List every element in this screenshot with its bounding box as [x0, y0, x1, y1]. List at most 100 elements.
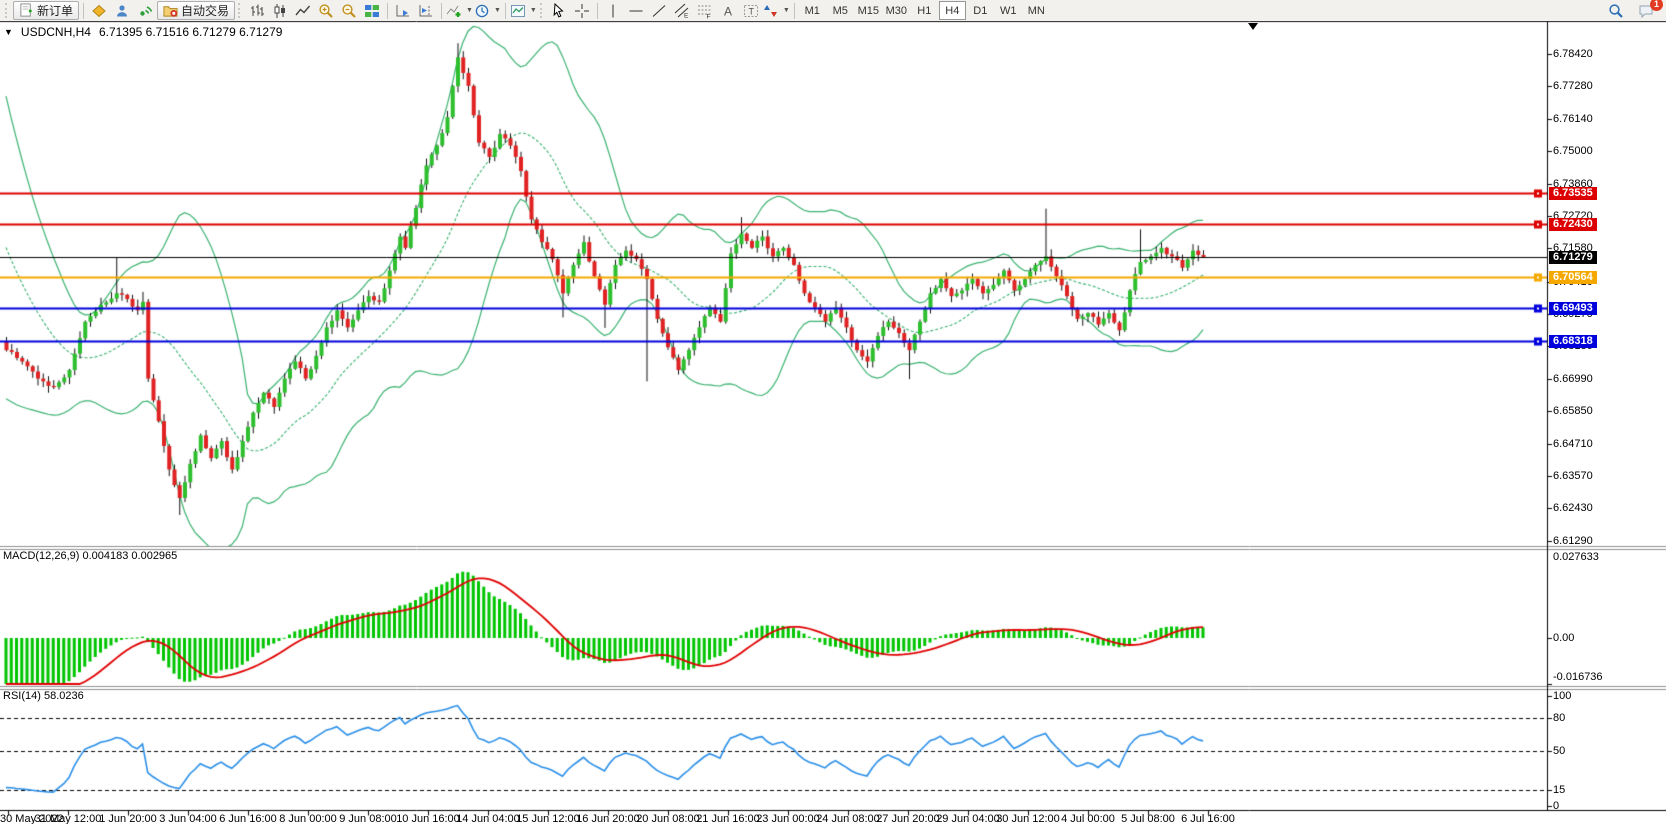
tile-windows-button[interactable]: [361, 1, 383, 20]
price-axis-tick-label: 6.62430: [1553, 502, 1593, 514]
crosshair-button[interactable]: [571, 1, 593, 20]
timeframe-d1-button[interactable]: D1: [967, 1, 994, 20]
metaeditor-button[interactable]: [88, 1, 110, 20]
trendline-icon: [651, 3, 667, 19]
time-axis-tick-label[interactable]: 6 Jul 16:00: [1166, 813, 1250, 824]
text-button[interactable]: A: [717, 1, 739, 20]
trendline-button[interactable]: [648, 1, 670, 20]
auto-scroll-button[interactable]: [392, 1, 414, 20]
zoom-out-icon: [341, 3, 357, 19]
price-line-label[interactable]: 6.70564: [1549, 271, 1597, 284]
timeframe-h4-button[interactable]: H4: [939, 1, 966, 20]
chart-shift-button[interactable]: [415, 1, 437, 20]
toolbar-separator: [597, 3, 598, 19]
autotrade-button[interactable]: 自动交易: [157, 1, 235, 20]
chart-canvas[interactable]: [0, 0, 1666, 824]
community-button[interactable]: [111, 1, 133, 20]
toolbar-grip[interactable]: [238, 3, 243, 18]
vertical-line-button[interactable]: [602, 1, 624, 20]
timeframe-mn-button[interactable]: MN: [1023, 1, 1050, 20]
toolbar-separator: [387, 3, 388, 19]
indicators-button[interactable]: ▼: [446, 1, 473, 20]
templates-button[interactable]: ▼: [510, 1, 537, 20]
timeframe-m15-button[interactable]: M15: [855, 1, 882, 20]
macd-axis-tick-label: 0.027633: [1553, 551, 1599, 563]
rsi-axis-tick-label: 15: [1553, 784, 1565, 796]
periods-clock-icon: [474, 3, 490, 19]
toolbar-grip[interactable]: [5, 3, 10, 18]
timeframe-m1-button[interactable]: M1: [799, 1, 826, 20]
price-axis-tick-label: 6.77280: [1553, 80, 1593, 92]
zoom-in-button[interactable]: [315, 1, 337, 20]
bar-chart-button[interactable]: [246, 1, 268, 20]
arrows-icon: [763, 3, 779, 19]
dropdown-arrow-icon: ▼: [783, 7, 790, 14]
price-axis-tick-label: 6.63570: [1553, 470, 1593, 482]
tile-windows-icon: [364, 3, 380, 19]
price-axis-tick-label: 6.64710: [1553, 438, 1593, 450]
templates-icon: [510, 3, 526, 19]
timeframe-h1-button[interactable]: H1: [911, 1, 938, 20]
svg-text:T: T: [748, 6, 754, 16]
candlestick-chart-icon: [272, 3, 288, 19]
toolbar: 新订单 自动交易: [0, 0, 1666, 21]
price-line-label[interactable]: 6.72430: [1549, 218, 1597, 231]
toolbar-grip[interactable]: [540, 3, 545, 18]
rsi-axis-tick-label: 80: [1553, 712, 1565, 724]
chart-shift-icon: [418, 3, 434, 19]
price-axis-tick-label: 6.75000: [1553, 145, 1593, 157]
chart-ohlc-values: 6.71395 6.71516 6.71279 6.71279: [99, 25, 283, 39]
price-axis-tick-label: 6.76140: [1553, 113, 1593, 125]
metaeditor-icon: [91, 3, 107, 19]
price-line-label[interactable]: 6.73535: [1549, 187, 1597, 200]
price-axis-tick-label: 6.66990: [1553, 373, 1593, 385]
equidistant-channel-icon: E: [674, 3, 690, 19]
text-label-icon: T: [743, 3, 759, 19]
price-axis-tick-label: 6.65850: [1553, 405, 1593, 417]
toolbar-separator: [505, 3, 506, 19]
macd-axis-tick-label: -0.016736: [1553, 671, 1603, 683]
toolbar-separator: [794, 3, 795, 19]
dropdown-arrow-icon: ▼: [494, 7, 501, 14]
mt4-window: 新订单 自动交易: [0, 0, 1666, 824]
timeframe-m5-button[interactable]: M5: [827, 1, 854, 20]
equidistant-channel-button[interactable]: E: [671, 1, 693, 20]
signals-button[interactable]: [134, 1, 156, 20]
signals-icon: [137, 3, 153, 19]
timeframe-m30-button[interactable]: M30: [883, 1, 910, 20]
periods-button[interactable]: ▼: [474, 1, 501, 20]
new-order-button[interactable]: 新订单: [13, 1, 79, 20]
text-icon: A: [720, 3, 736, 19]
chart-symbol-period: USDCNH,H4: [21, 25, 91, 39]
price-axis-tick-label: 6.78420: [1553, 48, 1593, 60]
notifications-button[interactable]: 1: [1635, 1, 1657, 20]
community-icon: [114, 3, 130, 19]
zoom-out-button[interactable]: [338, 1, 360, 20]
svg-text:E: E: [684, 12, 689, 19]
macd-indicator-label: MACD(12,26,9) 0.004183 0.002965: [3, 550, 177, 562]
price-line-label[interactable]: 6.68318: [1549, 335, 1597, 348]
new-order-icon: [19, 3, 34, 18]
arrows-button[interactable]: ▼: [763, 1, 790, 20]
horizontal-line-button[interactable]: [625, 1, 647, 20]
text-label-button[interactable]: T: [740, 1, 762, 20]
fibonacci-button[interactable]: F: [694, 1, 716, 20]
price-line-label[interactable]: 6.69493: [1549, 302, 1597, 315]
fibonacci-icon: F: [697, 3, 713, 19]
indicators-icon: [446, 3, 462, 19]
cursor-button[interactable]: [548, 1, 570, 20]
rsi-axis-tick-label: 50: [1553, 745, 1565, 757]
vertical-line-icon: [605, 3, 621, 19]
dropdown-arrow-icon: ▼: [466, 7, 473, 14]
horizontal-line-icon: [628, 3, 644, 19]
price-axis-tick-label: 6.61290: [1553, 535, 1593, 547]
current-price-label[interactable]: 6.71279: [1549, 251, 1597, 264]
notifications-badge: 1: [1650, 0, 1663, 11]
search-button[interactable]: [1605, 1, 1627, 20]
timeframe-w1-button[interactable]: W1: [995, 1, 1022, 20]
chart-collapse-icon[interactable]: ▼: [4, 27, 13, 37]
candlestick-chart-button[interactable]: [269, 1, 291, 20]
line-chart-button[interactable]: [292, 1, 314, 20]
toolbar-separator: [83, 3, 84, 19]
zoom-in-icon: [318, 3, 334, 19]
